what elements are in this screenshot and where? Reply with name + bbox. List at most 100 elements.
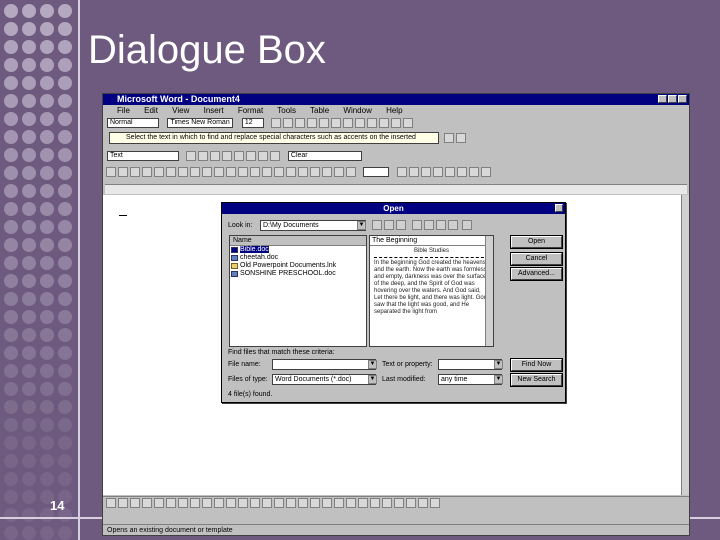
indent-icon[interactable]	[391, 118, 402, 128]
open-icon[interactable]	[118, 167, 128, 177]
search-web-icon[interactable]	[396, 220, 406, 230]
drawing-icon[interactable]	[322, 167, 332, 177]
numbering-icon[interactable]	[367, 118, 378, 128]
menu-insert[interactable]: Insert	[204, 106, 224, 115]
menu-format[interactable]: Format	[238, 106, 263, 115]
commands-icon[interactable]	[462, 220, 472, 230]
tool-icon[interactable]	[420, 167, 431, 177]
file-name-input[interactable]	[272, 359, 376, 370]
tool-icon[interactable]	[408, 167, 419, 177]
spelling-icon[interactable]	[166, 167, 176, 177]
text-property-dropdown-icon[interactable]: ▼	[494, 360, 503, 369]
file-item[interactable]: Bible.doc	[230, 246, 366, 254]
tool-icon[interactable]	[456, 167, 467, 177]
tool-icon[interactable]	[186, 151, 197, 161]
tool-icon[interactable]	[480, 167, 491, 177]
list-view-icon[interactable]	[412, 220, 422, 230]
draw-icon[interactable]	[334, 498, 344, 508]
tool-icon[interactable]	[222, 151, 233, 161]
bullets-icon[interactable]	[379, 118, 390, 128]
find-now-button[interactable]: Find Now	[511, 359, 562, 371]
maximize-button[interactable]	[668, 95, 677, 103]
draw-icon[interactable]	[118, 498, 128, 508]
align-right-icon[interactable]	[343, 118, 354, 128]
draw-icon[interactable]	[238, 498, 248, 508]
open-button[interactable]: Open	[511, 236, 562, 248]
tool-icon[interactable]	[432, 167, 443, 177]
tool-icon[interactable]	[210, 151, 221, 161]
files-of-type-select[interactable]: Word Documents (*.doc)	[272, 374, 376, 385]
menu-table[interactable]: Table	[310, 106, 329, 115]
highlight-icon[interactable]	[307, 118, 318, 128]
draw-icon[interactable]	[298, 498, 308, 508]
menu-window[interactable]: Window	[343, 106, 371, 115]
draw-icon[interactable]	[106, 498, 116, 508]
zoom-combo[interactable]	[363, 167, 390, 177]
name-column-header[interactable]: Name	[230, 236, 366, 246]
draw-icon[interactable]	[154, 498, 164, 508]
columns-icon[interactable]	[310, 167, 320, 177]
font-size-combo[interactable]: 12	[241, 118, 264, 128]
last-modified-select[interactable]: any time	[438, 374, 502, 385]
vertical-scrollbar[interactable]	[681, 195, 689, 495]
cancel-button[interactable]: Cancel	[511, 253, 562, 265]
insert-table-icon[interactable]	[286, 167, 296, 177]
draw-icon[interactable]	[418, 498, 428, 508]
draw-icon[interactable]	[406, 498, 416, 508]
tables-icon[interactable]	[274, 167, 284, 177]
details-view-icon[interactable]	[424, 220, 434, 230]
draw-icon[interactable]	[166, 498, 176, 508]
draw-icon[interactable]	[178, 498, 188, 508]
align-left-icon[interactable]	[319, 118, 330, 128]
underline-icon[interactable]	[295, 118, 306, 128]
justify-icon[interactable]	[355, 118, 366, 128]
tip-next-icon[interactable]	[444, 133, 454, 143]
excel-icon[interactable]	[298, 167, 308, 177]
border-icon[interactable]	[403, 118, 414, 128]
hyperlink-icon[interactable]	[250, 167, 260, 177]
minimize-button[interactable]	[658, 95, 667, 103]
menu-help[interactable]: Help	[386, 106, 402, 115]
look-in-dropdown-icon[interactable]: ▼	[357, 221, 366, 230]
style2-combo[interactable]: Text	[107, 151, 179, 161]
clear-combo[interactable]: Clear	[287, 151, 362, 161]
italic-icon[interactable]	[283, 118, 294, 128]
tool-icon[interactable]	[270, 151, 281, 161]
favorites-icon[interactable]	[384, 220, 394, 230]
draw-icon[interactable]	[430, 498, 440, 508]
new-search-button[interactable]: New Search	[511, 374, 562, 386]
format-painter-icon[interactable]	[214, 167, 224, 177]
tip-close-icon[interactable]	[456, 133, 466, 143]
text-property-input[interactable]	[438, 359, 502, 370]
draw-icon[interactable]	[358, 498, 368, 508]
save-icon[interactable]	[130, 167, 140, 177]
draw-icon[interactable]	[262, 498, 272, 508]
up-folder-icon[interactable]	[372, 220, 382, 230]
draw-icon[interactable]	[310, 498, 320, 508]
draw-icon[interactable]	[370, 498, 380, 508]
show-hide-icon[interactable]	[346, 167, 356, 177]
paste-icon[interactable]	[202, 167, 212, 177]
style-combo[interactable]: Normal	[107, 118, 159, 128]
tool-icon[interactable]	[444, 167, 455, 177]
cut-icon[interactable]	[178, 167, 188, 177]
tool-icon[interactable]	[198, 151, 209, 161]
draw-icon[interactable]	[346, 498, 356, 508]
new-icon[interactable]	[106, 167, 116, 177]
advanced-button[interactable]: Advanced...	[511, 268, 562, 280]
menu-file[interactable]: File	[117, 106, 130, 115]
draw-icon[interactable]	[250, 498, 260, 508]
draw-icon[interactable]	[322, 498, 332, 508]
draw-icon[interactable]	[190, 498, 200, 508]
bold-icon[interactable]	[271, 118, 282, 128]
web-toolbar-icon[interactable]	[262, 167, 272, 177]
ruler[interactable]	[105, 184, 687, 194]
redo-icon[interactable]	[238, 167, 248, 177]
last-modified-dropdown-icon[interactable]: ▼	[494, 375, 503, 384]
tool-icon[interactable]	[234, 151, 245, 161]
file-item[interactable]: SONSHINE PRESCHOOL.doc	[230, 270, 366, 278]
menu-tools[interactable]: Tools	[277, 106, 296, 115]
tool-icon[interactable]	[468, 167, 479, 177]
tool-icon[interactable]	[246, 151, 257, 161]
look-in-combo[interactable]: D:\My Documents	[260, 220, 366, 231]
